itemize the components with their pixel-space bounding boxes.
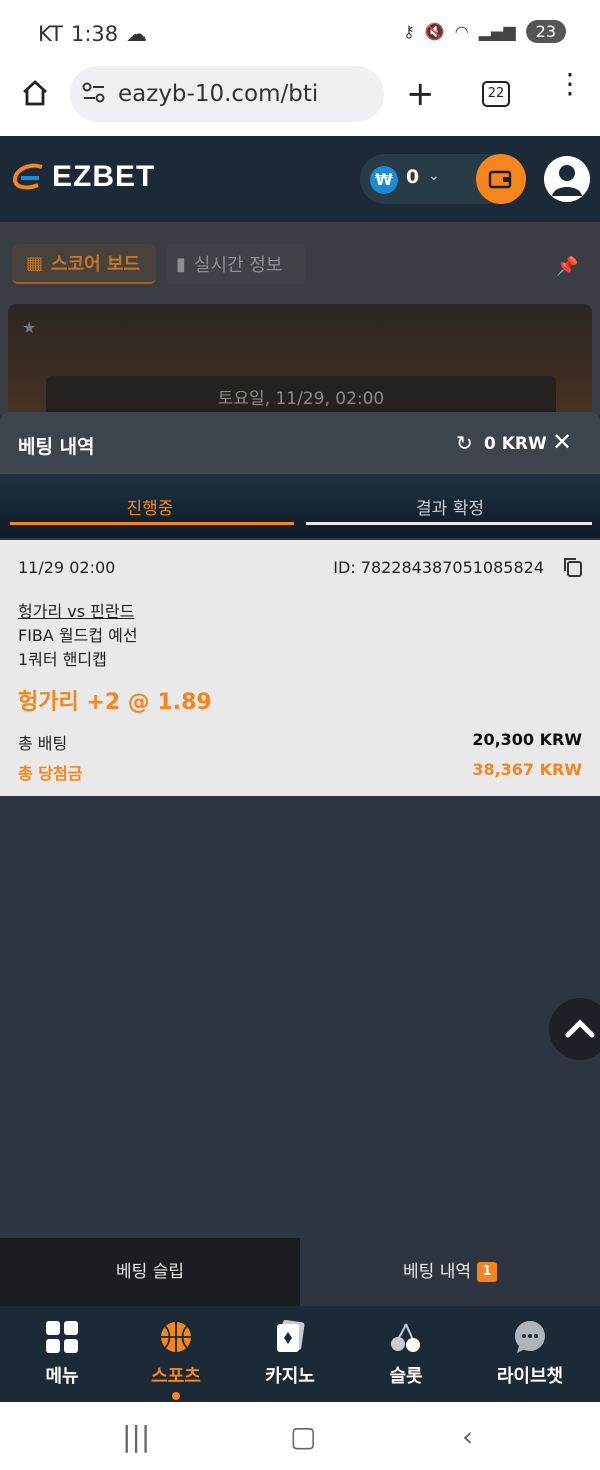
cloud-icon: ☁	[126, 22, 148, 46]
won-currency-icon: ₩	[370, 166, 398, 194]
url-text: eazyb-10.com/bti	[118, 81, 319, 107]
bet-history-label: 베팅 내역	[403, 1262, 471, 1282]
active-dot	[172, 1392, 180, 1400]
back-icon[interactable]: ‹	[462, 1420, 473, 1453]
carrier: KT	[38, 22, 63, 46]
match-link[interactable]: 헝가리 vs 핀란드	[18, 598, 134, 622]
close-icon[interactable]: ✕	[552, 428, 572, 456]
tab-scoreboard[interactable]: ▦ 스코어 보드	[12, 244, 156, 284]
tab-scoreboard-label: 스코어 보드	[51, 254, 141, 275]
browser-toolbar: eazyb-10.com/bti + 22 ⋮	[0, 64, 600, 136]
bet-slip-label: 베팅 슬립	[116, 1262, 184, 1282]
nav-casino[interactable]: 카지노	[240, 1318, 340, 1388]
tab-live-info[interactable]: ▮ 실시간 정보	[166, 244, 306, 284]
nav-casino-label: 카지노	[265, 1366, 315, 1387]
bet-selection: 헝가리 +2 @ 1.89	[18, 690, 212, 715]
battery-indicator: 23	[525, 20, 566, 43]
nav-menu[interactable]: 메뉴	[12, 1318, 112, 1388]
arena-banner: ★ 토요일, 11/29, 02:00	[8, 304, 592, 424]
brand-name: EZBET	[52, 160, 156, 193]
bet-history-sheet: 베팅 내역 ↻ 0 KRW ✕ 진행중 결과 확정 11/29 02:00 ID…	[0, 412, 600, 1238]
scroll-top-button[interactable]	[549, 998, 600, 1060]
android-nav-bar: ||| ▢ ‹	[0, 1402, 600, 1470]
clock: 1:38	[70, 22, 119, 46]
pin-icon[interactable]: 📌	[556, 256, 578, 277]
url-bar[interactable]: eazyb-10.com/bti	[70, 66, 384, 122]
league-name: FIBA 월드컵 예선	[18, 626, 138, 645]
payout-value: 38,367 KRW	[472, 760, 582, 779]
deposit-button[interactable]	[476, 154, 526, 204]
nav-sports-label: 스포츠	[151, 1366, 201, 1387]
cards-icon	[240, 1318, 340, 1356]
app-header: EZBET ₩ 0 ⌄	[0, 136, 600, 222]
chevron-up-icon	[565, 1019, 595, 1038]
brand-logo[interactable]: EZBET	[12, 160, 155, 194]
payout-label: 총 당첨금	[18, 764, 83, 783]
home-circle-icon[interactable]: ▢	[290, 1420, 316, 1453]
bet-card: 11/29 02:00 ID: 782284387051085824 헝가리 v…	[0, 540, 600, 796]
bet-id: ID: 782284387051085824	[333, 558, 544, 577]
bet-slip-tab[interactable]: 베팅 슬립	[0, 1238, 300, 1306]
logo-mark-icon	[13, 163, 43, 190]
sheet-title: 베팅 내역	[18, 436, 95, 458]
favorite-star-icon[interactable]: ★	[22, 318, 36, 337]
tab-switcher-button[interactable]: 22	[482, 81, 510, 107]
bottom-nav: 메뉴 스포츠 카지노 슬롯 라이브챗	[0, 1306, 600, 1402]
grid-menu-icon	[12, 1318, 112, 1356]
slip-tabs: 베팅 슬립 베팅 내역 1	[0, 1238, 600, 1306]
nav-live-chat-label: 라이브챗	[496, 1366, 564, 1387]
stake-value: 20,300 KRW	[472, 730, 582, 749]
bet-datetime: 11/29 02:00	[18, 558, 116, 577]
recent-apps-icon[interactable]: |||	[122, 1420, 150, 1453]
nav-live-chat[interactable]: 라이브챗	[480, 1318, 580, 1388]
chevron-down-icon: ⌄	[428, 168, 440, 184]
wifi-icon: ◠	[454, 22, 469, 41]
sheet-balance: 0 KRW	[484, 434, 547, 454]
nav-menu-label: 메뉴	[45, 1366, 79, 1387]
cherry-icon	[356, 1318, 456, 1356]
tab-divider	[306, 522, 592, 525]
key-icon: ⚷	[403, 22, 415, 41]
new-tab-icon[interactable]: +	[406, 74, 435, 114]
user-profile-icon[interactable]	[544, 156, 590, 202]
background-scoreboard: ▦ 스코어 보드 ▮ 실시간 정보 📌 ★ 토요일, 11/29, 02:00	[0, 222, 600, 424]
active-tab-indicator	[10, 522, 294, 525]
wallet-balance[interactable]: ₩ 0 ⌄	[360, 154, 526, 204]
refresh-icon[interactable]: ↻	[456, 431, 473, 455]
tab-in-progress[interactable]: 진행중	[0, 494, 300, 519]
copy-icon[interactable]	[562, 556, 584, 582]
nav-sports[interactable]: 스포츠	[126, 1318, 226, 1400]
nav-slots[interactable]: 슬롯	[356, 1318, 456, 1388]
nav-slots-label: 슬롯	[389, 1366, 423, 1387]
mute-icon: 🔇	[424, 22, 445, 41]
balance-value: 0	[406, 166, 420, 188]
more-menu-icon[interactable]: ⋮	[556, 70, 584, 98]
stake-label: 총 배팅	[18, 734, 68, 753]
bar-chart-icon: ▮	[176, 253, 186, 275]
bet-history-tab[interactable]: 베팅 내역 1	[300, 1238, 600, 1306]
tab-settled[interactable]: 결과 확정	[300, 494, 600, 519]
site-settings-icon[interactable]	[82, 82, 106, 110]
wallet-icon	[488, 170, 512, 189]
chat-bubble-icon	[480, 1318, 580, 1356]
signal-icon: ▂▄▆	[478, 22, 516, 41]
home-icon[interactable]	[20, 78, 50, 112]
basketball-icon	[126, 1318, 226, 1356]
sheet-header: 베팅 내역 ↻ 0 KRW ✕	[0, 412, 600, 474]
history-tabs: 진행중 결과 확정	[0, 474, 600, 538]
market-name: 1쿼터 핸디캡	[18, 650, 107, 669]
scoreboard-icon: ▦	[26, 252, 44, 274]
tab-live-info-label: 실시간 정보	[193, 255, 283, 276]
history-count-badge: 1	[476, 1262, 497, 1282]
status-bar: KT 1:38 ☁ ⚷ 🔇 ◠ ▂▄▆ 23	[0, 0, 600, 64]
